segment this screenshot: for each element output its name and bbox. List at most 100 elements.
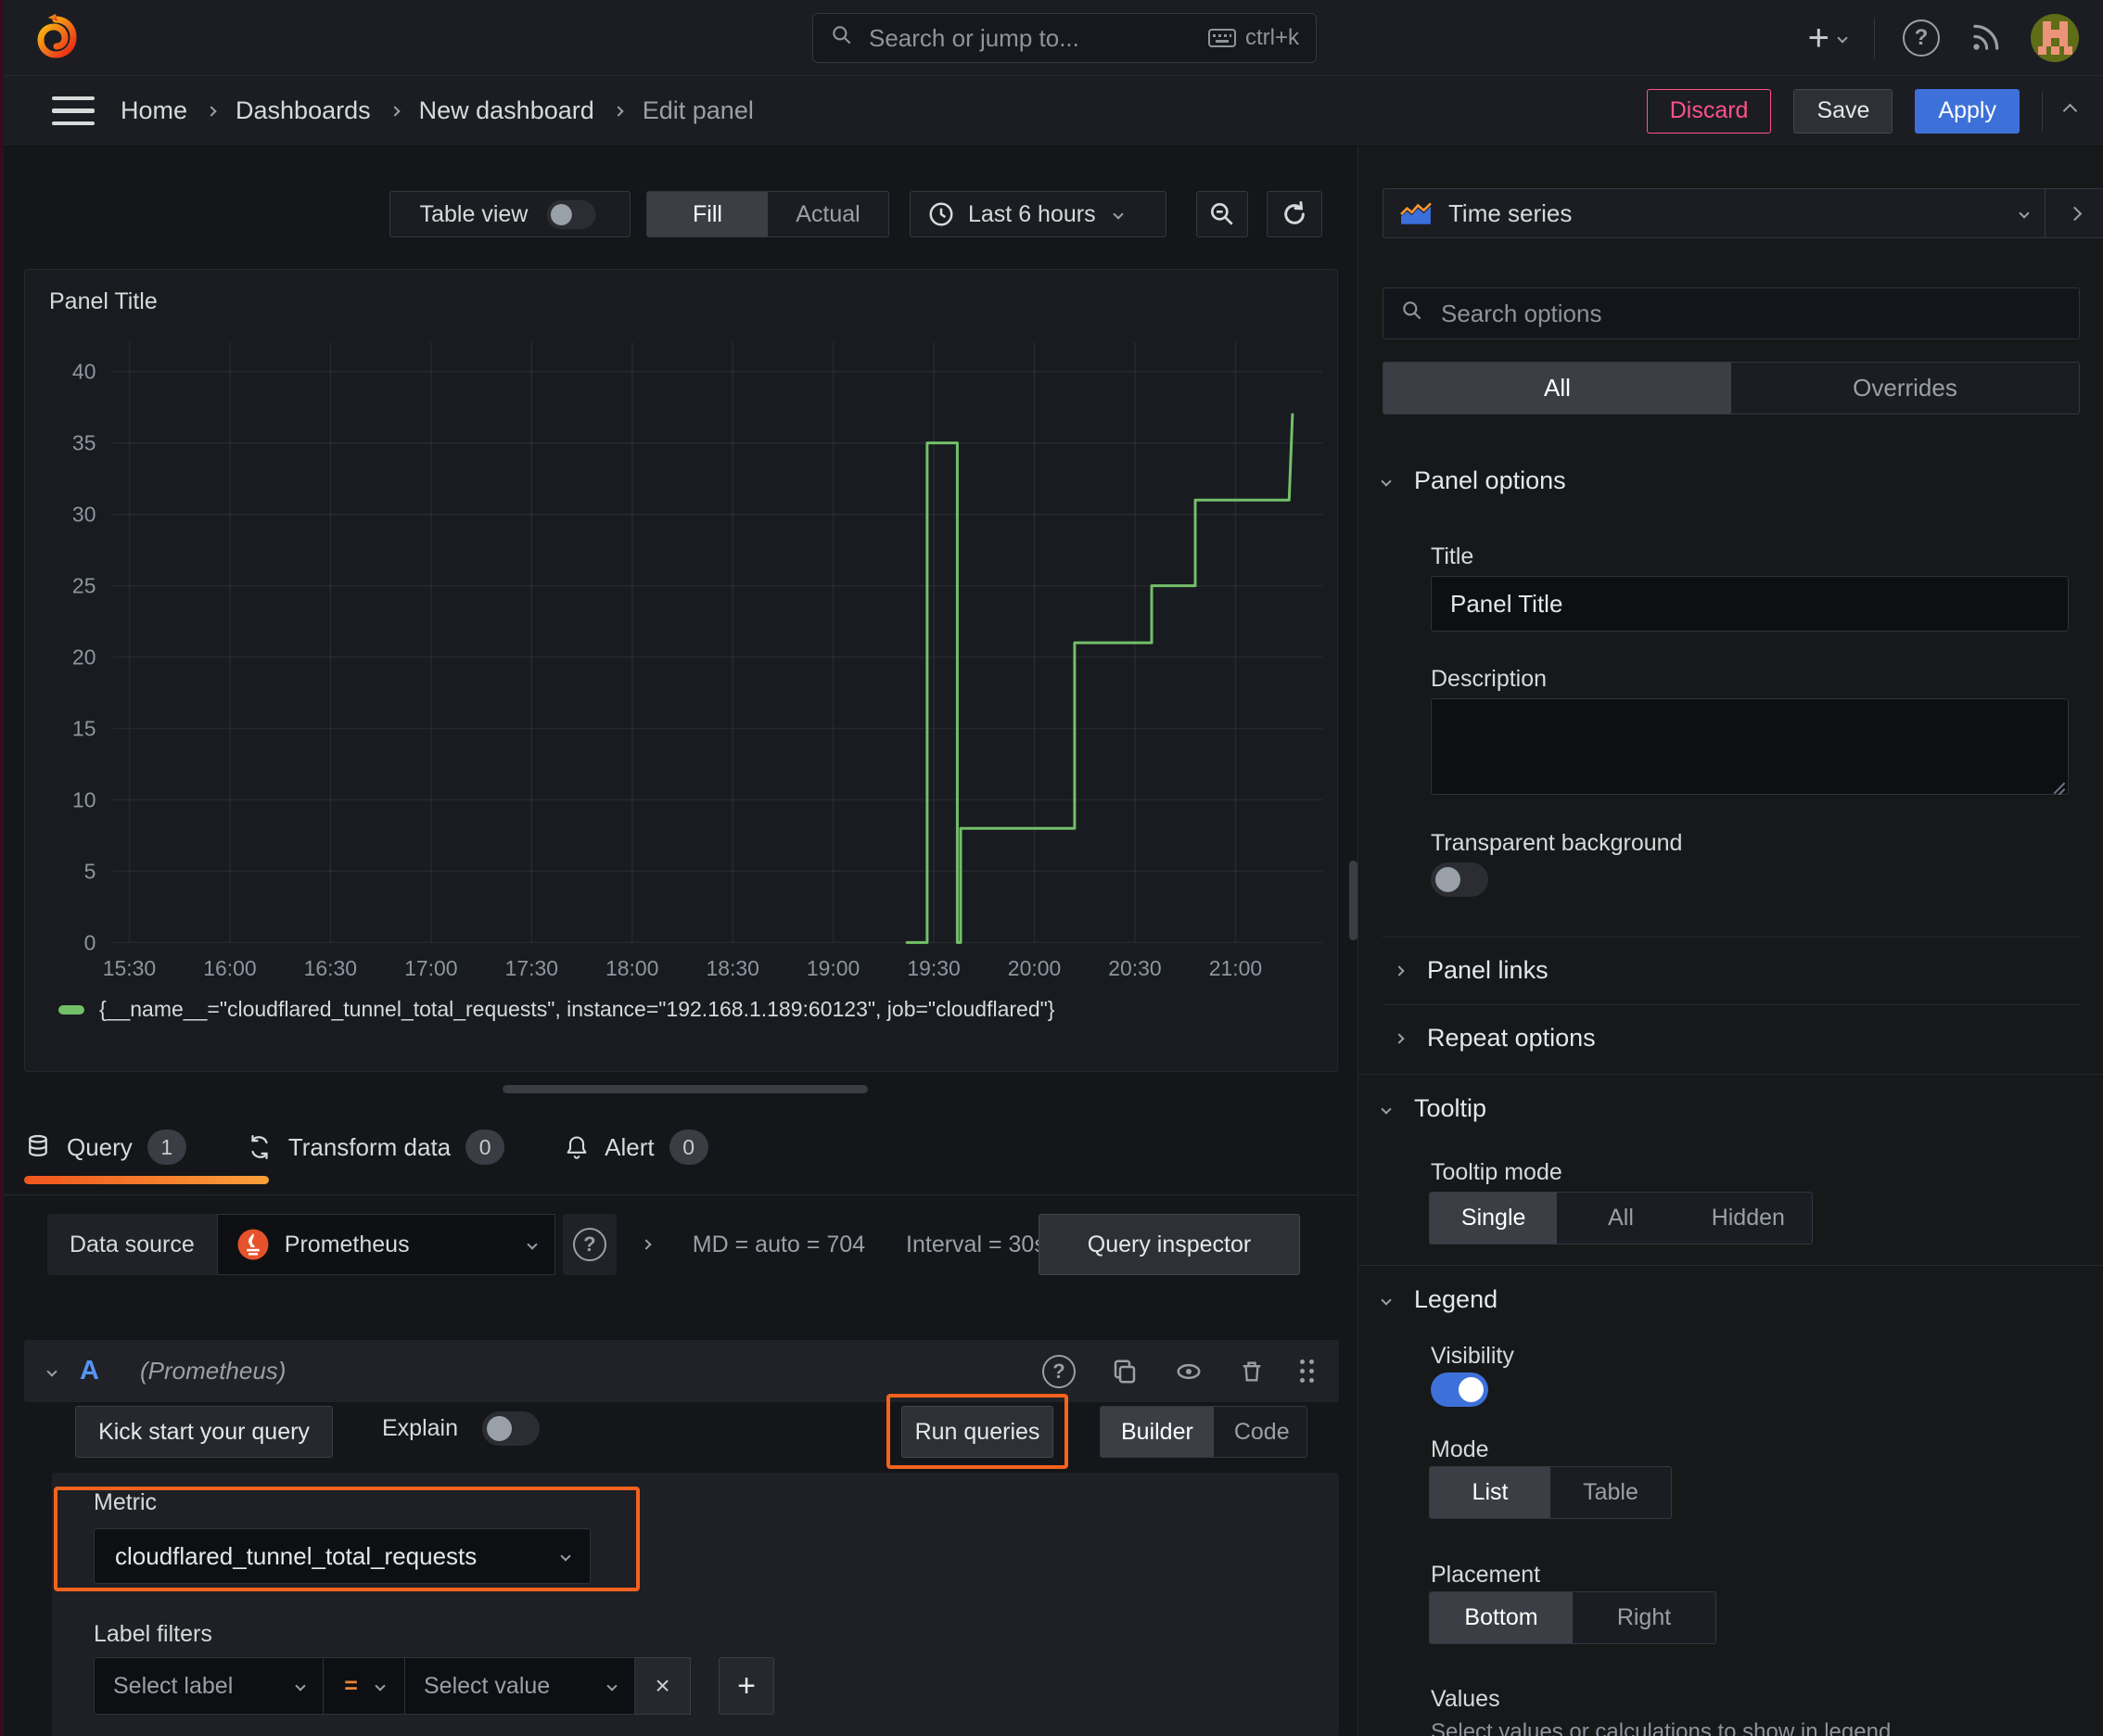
visualization-picker[interactable]: Time series [1383, 188, 2045, 238]
legend-placement-label: Placement [1431, 1562, 1541, 1588]
chevron-down-icon [1381, 1294, 1392, 1306]
svg-text:18:30: 18:30 [706, 956, 758, 980]
apply-button[interactable]: Apply [1915, 88, 2020, 134]
svg-text:17:00: 17:00 [404, 956, 457, 980]
tooltip-all-option[interactable]: All [1557, 1193, 1684, 1244]
code-option[interactable]: Code [1214, 1407, 1306, 1457]
tooltip-mode-label: Tooltip mode [1431, 1159, 1562, 1185]
add-filter-button[interactable]: + [719, 1657, 774, 1715]
remove-filter-button[interactable]: × [635, 1657, 691, 1715]
breadcrumb-new-dashboard[interactable]: New dashboard [419, 96, 594, 125]
datasource-picker[interactable]: Prometheus [216, 1214, 555, 1275]
discard-button[interactable]: Discard [1646, 88, 1772, 134]
visualization-panel[interactable]: Panel Title 0 5 10 15 20 25 30 35 40 15:30 16:00 16… [24, 269, 1338, 1072]
builder-option[interactable]: Builder [1101, 1407, 1214, 1457]
menu-toggle-button[interactable] [52, 96, 95, 126]
tooltip-single-option[interactable]: Single [1430, 1193, 1558, 1244]
breadcrumb: Home Dashboards New dashboard Edit panel [121, 96, 754, 125]
options-search-input[interactable] [1439, 298, 2062, 329]
section-legend[interactable]: Legend [1381, 1285, 1498, 1314]
transparent-background-toggle[interactable] [1431, 862, 1488, 897]
search-icon [1400, 299, 1424, 329]
section-tooltip[interactable]: Tooltip [1381, 1094, 1486, 1123]
svg-text:0: 0 [84, 930, 96, 954]
main-scrollbar-thumb[interactable] [1349, 861, 1357, 940]
divider [1383, 937, 2080, 938]
new-menu-button[interactable]: + [1808, 19, 1848, 57]
drag-grip-icon[interactable] [1300, 1359, 1315, 1384]
panel-links-label: Panel links [1427, 956, 1549, 984]
explain-toggle[interactable] [482, 1411, 540, 1446]
legend-visibility-toggle[interactable] [1431, 1372, 1488, 1407]
tab-transform-data[interactable]: Transform data 0 [246, 1130, 505, 1168]
legend-mode-switch: List Table [1429, 1466, 1672, 1519]
datasource-value: Prometheus [284, 1231, 410, 1257]
section-panel-options[interactable]: Panel options [1381, 466, 1566, 495]
chevron-down-icon[interactable] [46, 1365, 57, 1377]
time-range-picker[interactable]: Last 6 hours [910, 191, 1166, 237]
breadcrumb-dashboards[interactable]: Dashboards [236, 96, 371, 125]
svg-text:10: 10 [72, 787, 96, 811]
refresh-button[interactable] [1267, 191, 1322, 237]
panel-title-input[interactable] [1431, 576, 2069, 632]
time-series-viz-icon [1400, 202, 1432, 224]
query-inspector-button[interactable]: Query inspector [1039, 1214, 1300, 1275]
max-datapoints-text: MD = auto = 704 [692, 1231, 866, 1257]
trash-icon[interactable] [1239, 1358, 1265, 1385]
legend-bottom-option[interactable]: Bottom [1430, 1592, 1573, 1643]
svg-text:19:00: 19:00 [807, 956, 860, 980]
tab-transform-label: Transform data [287, 1132, 452, 1161]
tab-alert[interactable]: Alert 0 [564, 1130, 708, 1168]
select-value-dropdown[interactable]: Select value [405, 1657, 635, 1715]
legend-right-option[interactable]: Right [1573, 1592, 1715, 1643]
query-editor-body: Metric cloudflared_tunnel_total_requests… [52, 1473, 1339, 1736]
operator-dropdown[interactable]: = [324, 1657, 405, 1715]
repeat-options-collapser[interactable]: Repeat options [1394, 1024, 1596, 1053]
tab-overrides[interactable]: Overrides [1731, 363, 2079, 414]
collapse-options-button[interactable] [2045, 188, 2103, 238]
metric-select[interactable]: cloudflared_tunnel_total_requests [94, 1528, 591, 1584]
help-icon: ? [572, 1228, 606, 1261]
global-search[interactable]: ctrl+k [812, 13, 1317, 63]
save-button[interactable]: Save [1793, 88, 1893, 134]
tab-query[interactable]: Query 1 [24, 1130, 186, 1168]
title-label: Title [1431, 543, 1474, 569]
prometheus-icon [237, 1229, 269, 1260]
fill-option[interactable]: Fill [647, 192, 768, 236]
tab-all[interactable]: All [1383, 363, 1731, 414]
top-navbar: ctrl+k + ? [0, 0, 2103, 76]
panel-resize-handle[interactable] [503, 1085, 868, 1093]
news-button[interactable] [1968, 20, 2003, 56]
datasource-help-button[interactable]: ? [562, 1214, 617, 1275]
svg-text:35: 35 [72, 431, 96, 455]
collapse-editor-button[interactable] [2062, 103, 2078, 119]
options-search[interactable] [1383, 287, 2080, 339]
duplicate-icon[interactable] [1111, 1358, 1139, 1385]
user-avatar[interactable] [2031, 14, 2079, 62]
chevron-right-icon[interactable] [641, 1239, 652, 1250]
active-tab-indicator [24, 1176, 269, 1184]
grafana-logo-icon[interactable] [30, 12, 82, 64]
zoom-out-button[interactable] [1196, 191, 1248, 237]
chart-legend-item[interactable]: {__name__="cloudflared_tunnel_total_requ… [58, 997, 1054, 1022]
select-label-dropdown[interactable]: Select label [94, 1657, 324, 1715]
hide-response-icon[interactable] [1174, 1358, 1204, 1385]
breadcrumb-home[interactable]: Home [121, 96, 187, 125]
breadcrumb-separator [389, 105, 401, 117]
description-textarea[interactable] [1431, 698, 2069, 795]
search-input[interactable] [867, 22, 1195, 54]
query-row-header[interactable]: A (Prometheus) ? [24, 1340, 1339, 1402]
options-filter-tabs: All Overrides [1383, 362, 2080, 415]
tooltip-hidden-option[interactable]: Hidden [1685, 1193, 1812, 1244]
help-button[interactable]: ? [1903, 19, 1940, 57]
actual-option[interactable]: Actual [768, 192, 888, 236]
svg-text:15:30: 15:30 [103, 956, 156, 980]
kick-start-query-button[interactable]: Kick start your query [75, 1406, 333, 1458]
table-view-toggle[interactable] [547, 199, 596, 229]
run-queries-button[interactable]: Run queries [901, 1406, 1053, 1458]
legend-table-option[interactable]: Table [1550, 1467, 1671, 1518]
legend-list-option[interactable]: List [1430, 1467, 1550, 1518]
panel-links-collapser[interactable]: Panel links [1394, 956, 1549, 985]
query-help-icon[interactable]: ? [1042, 1354, 1076, 1388]
repeat-options-label: Repeat options [1427, 1024, 1596, 1052]
